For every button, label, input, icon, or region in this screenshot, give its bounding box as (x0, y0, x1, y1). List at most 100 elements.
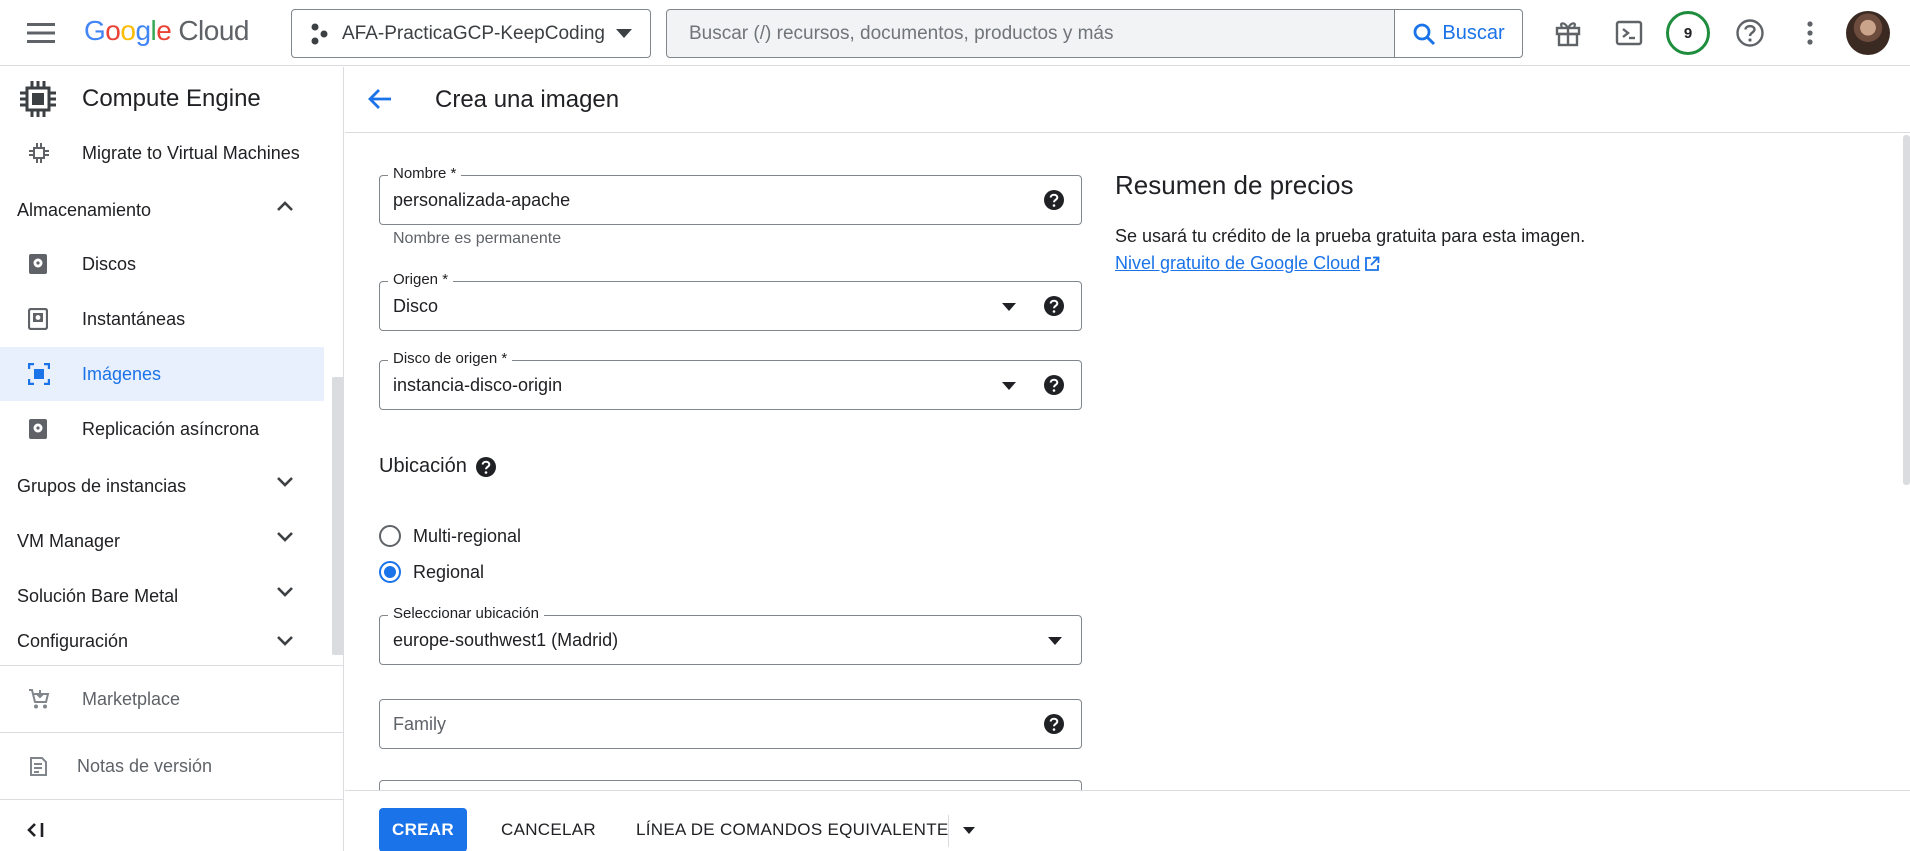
help-icon[interactable] (1043, 713, 1065, 735)
sidenav-scrollbar[interactable] (332, 377, 344, 655)
marketplace-link[interactable]: Marketplace (0, 666, 344, 732)
origen-select[interactable]: Origen * Disco (379, 271, 1082, 331)
radio-multi-regional[interactable]: Multi-regional (379, 525, 521, 547)
command-line-button[interactable]: LÍNEA DE COMANDOS EQUIVALENTE (636, 808, 949, 851)
disco-origen-select[interactable]: Disco de origen * instancia-disco-origin (379, 350, 1082, 410)
logo-letter: o (120, 15, 136, 46)
search-button-label: Buscar (1442, 22, 1505, 44)
project-selector[interactable]: AFA-PracticaGCP-KeepCoding (291, 9, 651, 58)
location-value: europe-southwest1 (Madrid) (393, 630, 619, 650)
image-icon (28, 363, 50, 385)
sidebar-item-migrate[interactable]: Migrate to Virtual Machines (0, 126, 324, 180)
sidebar-group-vm-manager[interactable]: VM Manager (0, 514, 324, 568)
disco-origen-value: instancia-disco-origin (393, 375, 563, 395)
sidebar-group-label: Solución Bare Metal (17, 585, 179, 606)
radio-label: Regional (413, 561, 485, 582)
pricing-title: Resumen de precios (1115, 170, 1354, 200)
page-header: Crea una imagen (345, 67, 1910, 133)
chevron-down-icon (276, 531, 294, 543)
dropdown-arrow-icon[interactable] (963, 827, 975, 834)
radio-circle-selected[interactable] (379, 561, 401, 583)
nombre-field[interactable]: Nombre * personalizada-apache (379, 165, 1082, 225)
side-nav: Compute Engine Migrate to Virtual Machin… (0, 67, 344, 851)
create-button[interactable]: CREAR (379, 808, 467, 851)
sidebar-group-configuracion[interactable]: Configuración (0, 624, 324, 664)
snapshot-icon (28, 308, 48, 330)
sidebar-item-imagenes[interactable]: Imágenes (0, 347, 324, 401)
chevron-down-icon (276, 586, 294, 598)
replication-icon (28, 418, 48, 440)
sidebar-group-label: Almacenamiento (17, 199, 152, 220)
page-title: Crea una imagen (435, 86, 620, 113)
chevron-down-icon (616, 29, 632, 38)
release-notes-icon (28, 755, 48, 777)
logo-brand: Google (84, 15, 172, 46)
help-icon[interactable] (475, 456, 497, 478)
product-header: Compute Engine (0, 67, 344, 131)
nombre-input[interactable]: personalizada-apache (393, 190, 570, 211)
radio-regional[interactable]: Regional (379, 561, 484, 583)
avatar[interactable] (1846, 11, 1890, 55)
chevron-down-icon (276, 476, 294, 488)
help-icon[interactable] (1043, 189, 1065, 211)
release-notes-link[interactable]: Notas de versión (0, 733, 344, 799)
sidebar-group-label: VM Manager (17, 530, 121, 551)
shopping-cart-icon (28, 688, 50, 710)
sidebar-item-instantaneas[interactable]: Instantáneas (0, 292, 324, 346)
main-menu-icon[interactable] (22, 17, 60, 49)
sidenav-divider (0, 799, 344, 800)
action-bar: CREAR CANCELAR LÍNEA DE COMANDOS EQUIVAL… (345, 790, 1910, 851)
google-cloud-logo[interactable]: Google Cloud (84, 15, 249, 47)
search-bar[interactable]: Buscar (/) recursos, documentos, product… (666, 9, 1523, 58)
next-field-partial[interactable] (379, 780, 1082, 790)
free-tier-link-text: Nivel gratuito de Google Cloud (1115, 253, 1361, 273)
family-field[interactable]: Family (379, 699, 1082, 749)
logo-letter: G (84, 15, 106, 46)
compute-engine-icon (18, 79, 58, 119)
ubicacion-heading-text: Ubicación (379, 455, 467, 477)
pricing-text: Se usará tu crédito de la prueba gratuit… (1115, 226, 1586, 246)
family-input[interactable]: Family (393, 714, 446, 735)
release-notes-label: Notas de versión (77, 755, 213, 776)
cloud-shell-icon[interactable] (1611, 15, 1647, 51)
top-bar: Google Cloud AFA-PracticaGCP-KeepCoding B… (0, 0, 1910, 66)
chevron-up-icon (276, 200, 294, 212)
more-vert-icon[interactable] (1792, 15, 1828, 51)
sidebar-group-almacenamiento[interactable]: Almacenamiento (0, 183, 324, 237)
notifications-badge[interactable]: 9 (1666, 11, 1710, 55)
radio-circle[interactable] (379, 525, 401, 547)
dropdown-arrow-icon[interactable] (1002, 382, 1016, 390)
gift-icon[interactable] (1550, 15, 1586, 51)
location-label: Seleccionar ubicación (388, 605, 544, 622)
back-arrow-icon[interactable] (367, 87, 393, 111)
help-icon[interactable] (1043, 295, 1065, 317)
sidebar-item-discos[interactable]: Discos (0, 237, 324, 291)
ubicacion-heading: Ubicación (379, 455, 497, 478)
sidebar-group-bare-metal[interactable]: Solución Bare Metal (0, 569, 324, 623)
disk-icon (28, 253, 48, 275)
sidebar-item-label: Discos (82, 253, 137, 274)
cancel-button[interactable]: CANCELAR (501, 808, 596, 851)
nombre-label: Nombre * (388, 165, 462, 182)
sidebar-group-label: Grupos de instancias (17, 475, 187, 496)
sidebar-item-label: Instantáneas (82, 308, 186, 329)
radio-label: Multi-regional (413, 525, 522, 546)
marketplace-label: Marketplace (82, 688, 181, 709)
free-tier-link[interactable]: Nivel gratuito de Google Cloud (1115, 253, 1380, 274)
search-button[interactable]: Buscar (1394, 10, 1522, 57)
open-in-new-icon (1365, 256, 1380, 271)
help-icon[interactable] (1043, 374, 1065, 396)
project-name: AFA-PracticaGCP-KeepCoding (342, 22, 605, 44)
sidebar-group-grupos-instancias[interactable]: Grupos de instancias (0, 459, 324, 513)
search-input[interactable]: Buscar (/) recursos, documentos, product… (667, 23, 1394, 45)
sidebar-item-replicacion[interactable]: Replicación asíncrona (0, 402, 324, 456)
main-scrollbar[interactable] (1903, 135, 1910, 485)
dropdown-arrow-icon[interactable] (1002, 303, 1016, 311)
location-select[interactable]: Seleccionar ubicación europe-southwest1 … (379, 605, 1082, 665)
collapse-nav-icon[interactable] (26, 821, 46, 839)
dropdown-arrow-icon[interactable] (1048, 637, 1062, 645)
origen-value: Disco (393, 296, 439, 316)
help-icon[interactable] (1732, 15, 1768, 51)
chevron-down-icon (276, 635, 294, 647)
sidebar-group-label: Configuración (17, 631, 129, 651)
